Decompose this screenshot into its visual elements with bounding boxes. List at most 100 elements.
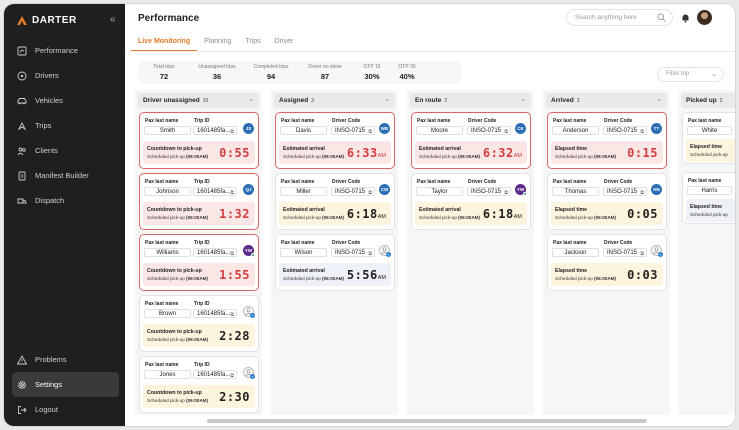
driver-avatar[interactable]: TT (651, 123, 662, 134)
timer-value: 6:33 (346, 146, 378, 160)
user-avatar[interactable] (697, 10, 712, 25)
trip-card[interactable]: Pax last name Jones Trip ID 1601485fa... ⧉ + C… (139, 356, 259, 413)
chevron-down-icon[interactable]: ⌄ (248, 95, 254, 103)
copy-icon[interactable]: ⧉ (640, 189, 644, 197)
trip-card[interactable]: Pax last name Miller Driver Code INSO-0715 ⧉… (275, 173, 395, 230)
online-status-icon (523, 192, 527, 196)
trip-card[interactable]: Pax last name Williams Trip ID 1601485fa...… (139, 234, 259, 291)
chevron-down-icon[interactable]: ⌄ (384, 95, 390, 103)
filter-trip-select[interactable]: Filter trip ⌄ (657, 67, 724, 82)
scheduled-pickup-text: Scheduled pick-up (06:00AM) (283, 276, 344, 281)
driver-avatar[interactable]: YW (515, 184, 527, 196)
scheduled-pickup-time: (06:00AM) (186, 215, 209, 220)
trip-card[interactable]: Pax last name Harris Elapsed time Scheduled… (682, 172, 735, 224)
trip-card[interactable]: Pax last name Johnson Trip ID 1601485fa... ⧉… (139, 173, 259, 230)
nav-item-settings[interactable]: Settings (12, 372, 119, 397)
nav-item-manifest-builder[interactable]: Manifest Builder (12, 163, 119, 188)
column-header[interactable]: En route 2 ⌄ (410, 93, 531, 108)
field-value: 1601485fa... (197, 250, 231, 256)
timer-value: 1:55 (219, 268, 250, 282)
trip-card[interactable]: Pax last name Jackson Driver Code INSO-0715… (547, 234, 667, 291)
trip-card[interactable]: Pax last name Brown Trip ID 1601485fa... ⧉ + C… (139, 295, 259, 352)
notification-bell-icon[interactable] (681, 13, 690, 23)
countdown-panel: Countdown to pick-up Scheduled pick-up (0… (143, 324, 255, 347)
countdown-timer: 1:55 (219, 268, 250, 282)
nav-item-vehicles[interactable]: Vehicles (12, 88, 119, 113)
trip-card[interactable]: Pax last name White Elapsed time Scheduled … (682, 112, 735, 164)
column-header[interactable]: Assigned 3 ⌄ (274, 93, 395, 108)
driver-avatar[interactable]: QJ (243, 184, 254, 195)
copy-icon[interactable]: ⧉ (504, 189, 508, 197)
tab-planning[interactable]: Planning (197, 37, 238, 51)
assign-driver-button[interactable]: + (379, 245, 391, 257)
column-header[interactable]: Picked up2⌄ (681, 93, 735, 108)
assign-driver-button[interactable]: + (243, 306, 255, 318)
driver-avatar[interactable]: JS (243, 123, 254, 134)
stat-otp-30: OTP 30 40% (398, 64, 416, 81)
copy-icon[interactable]: ⧉ (640, 128, 644, 136)
pax-last-name-label: Pax last name (688, 178, 722, 184)
estimated-label: Estimated arrival (283, 146, 325, 152)
copy-icon[interactable]: ⧉ (230, 250, 234, 258)
trips-icon (17, 121, 27, 131)
driver-avatar[interactable]: CW (379, 184, 390, 195)
countdown-timer: 1:32 (219, 207, 250, 221)
app-window: DARTER « Performance Drivers Vehicles Tr… (4, 4, 735, 426)
trip-card[interactable]: Pax last name Wilson Driver Code INSO-0715 ⧉… (275, 234, 395, 291)
add-icon: + (658, 252, 663, 257)
search-input[interactable]: Search anything here (566, 9, 673, 26)
nav-item-problems[interactable]: Problems (12, 347, 119, 372)
assign-driver-button[interactable]: + (651, 245, 663, 257)
chevron-down-icon[interactable]: ⌄ (520, 95, 526, 103)
nav-label: Trips (35, 121, 52, 130)
nav-label: Clients (35, 146, 58, 155)
copy-icon[interactable]: ⧉ (368, 189, 372, 197)
copy-icon[interactable]: ⧉ (230, 311, 234, 319)
trip-card[interactable]: Pax last name Thomas Driver Code INSO-0715 ⧉… (547, 173, 667, 230)
field-value: 1601485fa... (197, 128, 231, 134)
column-header[interactable]: Arrived 3 ⌄ (546, 93, 667, 108)
column-header[interactable]: Driver unassigned 10 ⌄ (138, 93, 259, 108)
trip-card[interactable]: Pax last name Smith Trip ID 1601485fa... ⧉ JS… (139, 112, 259, 169)
driver-avatar[interactable]: CK (515, 123, 526, 134)
driver-avatar[interactable]: WB (379, 123, 390, 134)
trip-id-field: 1601485fa... ⧉ (193, 309, 237, 318)
nav-item-performance[interactable]: Performance (12, 38, 119, 63)
chevron-down-icon[interactable]: ⌄ (656, 95, 662, 103)
copy-icon[interactable]: ⧉ (230, 372, 234, 380)
copy-icon[interactable]: ⧉ (230, 128, 234, 136)
nav-item-drivers[interactable]: Drivers (12, 63, 119, 88)
nav-item-trips[interactable]: Trips (12, 113, 119, 138)
trip-card[interactable]: Pax last name Davis Driver Code INSO-0715 ⧉ W… (275, 112, 395, 169)
nav-item-clients[interactable]: Clients (12, 138, 119, 163)
stat-driver-no-show: Driver no show 87 (308, 64, 342, 81)
scheduled-pickup-label: Scheduled pick-up (147, 215, 185, 220)
tab-live-monitoring[interactable]: Live Monitoring (131, 37, 198, 51)
copy-icon[interactable]: ⧉ (640, 250, 644, 258)
tab-trips[interactable]: Trips (238, 37, 267, 51)
column-count: 3 (311, 98, 315, 104)
assign-driver-button[interactable]: + (243, 367, 255, 379)
elapsed-timer: 0:03 (627, 268, 658, 282)
driver-code-label: Driver Code (604, 240, 633, 246)
logout-icon (17, 405, 27, 415)
timer-value: 0:15 (627, 146, 658, 160)
collapse-sidebar-icon[interactable]: « (110, 15, 121, 26)
nav-item-dispatch[interactable]: Dispatch (12, 188, 119, 213)
pax-last-name-field: Miller (280, 187, 327, 196)
copy-icon[interactable]: ⧉ (368, 128, 372, 136)
driver-avatar[interactable]: HN (651, 184, 662, 195)
countdown-timer: 2:28 (219, 329, 250, 343)
trip-id-label: Trip ID (194, 301, 210, 307)
kanban-board: Driver unassigned 10 ⌄ Pax last name Smith Tr… (125, 90, 735, 415)
trip-card[interactable]: Pax last name Anderson Driver Code INSO-071… (547, 112, 667, 169)
copy-icon[interactable]: ⧉ (230, 189, 234, 197)
copy-icon[interactable]: ⧉ (504, 128, 508, 136)
nav-item-logout[interactable]: Logout (12, 397, 119, 422)
horizontal-scrollbar[interactable] (207, 419, 647, 423)
trip-card[interactable]: Pax last name Taylor Driver Code INSO-0715 ⧉… (411, 173, 531, 230)
driver-avatar[interactable]: YW (243, 245, 255, 257)
copy-icon[interactable]: ⧉ (368, 250, 372, 258)
tab-driver[interactable]: Driver (268, 37, 301, 51)
trip-card[interactable]: Pax last name Moore Driver Code INSO-0715 ⧉ C… (411, 112, 531, 169)
